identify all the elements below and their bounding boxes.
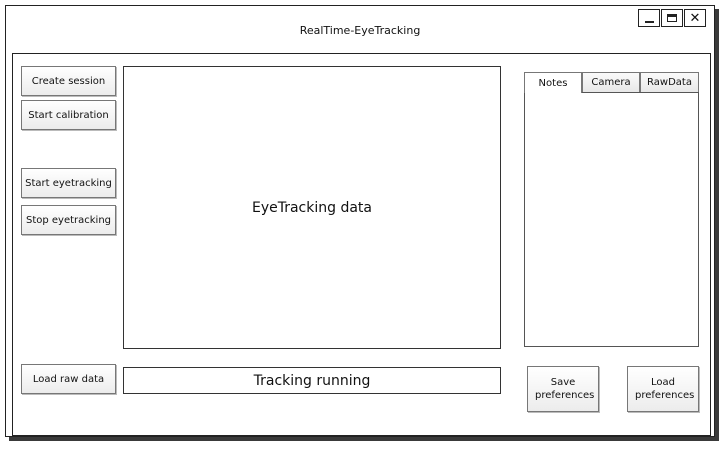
load-preferences-button[interactable]: Load preferences [627,366,699,412]
eyetracking-display-label: EyeTracking data [251,199,372,216]
notes-panel[interactable] [524,92,699,347]
tab-notes[interactable]: Notes [524,72,582,93]
save-preferences-label: Save preferences [535,377,595,401]
tab-strip: Notes Camera RawData [524,72,699,93]
maximize-button[interactable] [661,9,683,27]
load-raw-data-button[interactable]: Load raw data [21,364,116,394]
eyetracking-display: EyeTracking data [123,66,501,349]
close-button[interactable]: ✕ [684,9,706,27]
close-icon: ✕ [689,10,701,26]
stop-eyetracking-button[interactable]: Stop eyetracking [21,205,116,235]
window-title: RealTime-EyeTracking [299,24,421,37]
load-preferences-label: Load preferences [635,377,695,401]
start-eyetracking-button[interactable]: Start eyetracking [21,168,116,198]
start-calibration-button[interactable]: Start calibration [21,100,116,130]
minimize-button[interactable] [638,9,660,27]
tab-camera[interactable]: Camera [582,72,640,92]
save-preferences-button[interactable]: Save preferences [527,366,599,412]
maximize-icon [667,14,677,22]
tab-rawdata[interactable]: RawData [640,72,699,92]
minimize-icon [644,20,654,23]
status-text: Tracking running [253,372,371,389]
create-session-button[interactable]: Create session [21,66,116,96]
status-bar: Tracking running [123,367,501,394]
